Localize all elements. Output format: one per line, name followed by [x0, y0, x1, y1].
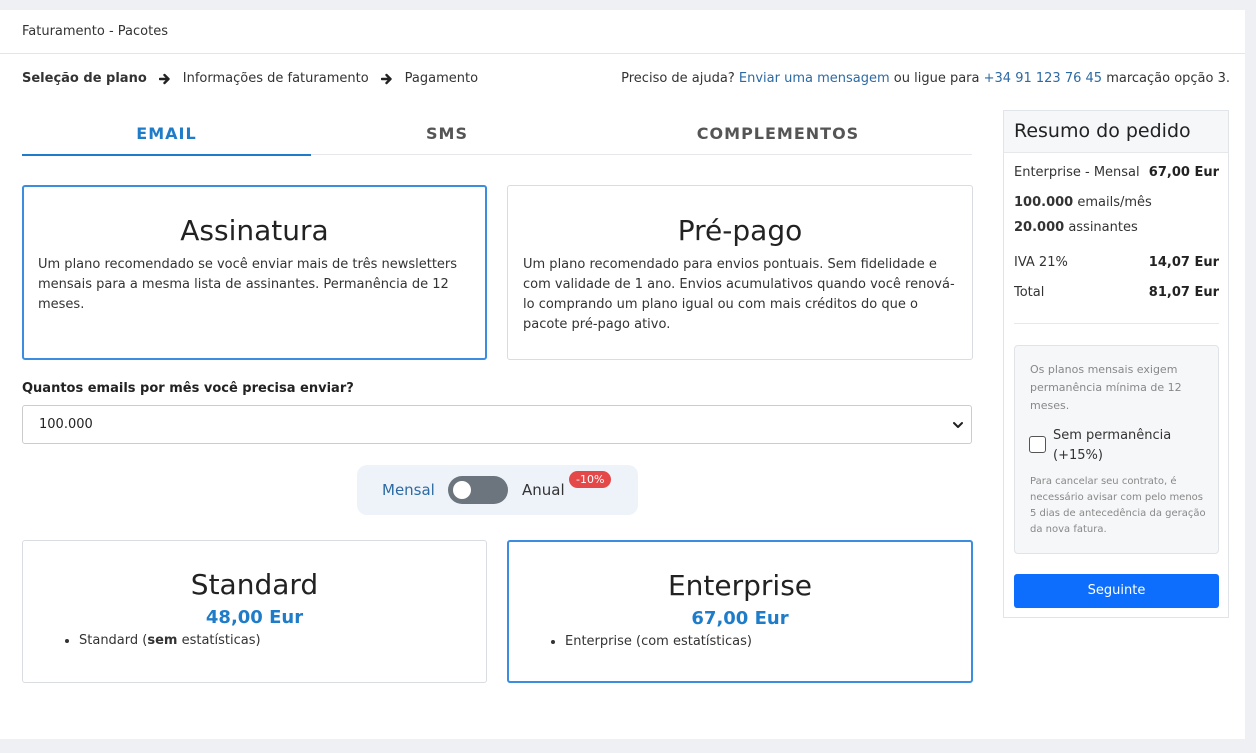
- summary-total-label: Total: [1014, 285, 1045, 300]
- chevron-down-icon: [953, 422, 963, 428]
- summary-emails-row: 100.000 emails/mês: [1014, 195, 1219, 210]
- no-permanence-checkbox[interactable]: [1029, 436, 1046, 453]
- summary-iva-row: IVA 21% 14,07 Eur: [1014, 255, 1219, 270]
- page-header: Faturamento - Pacotes: [0, 10, 1245, 54]
- plan-card-enterprise[interactable]: Enterprise 67,00 Eur Enterprise (com est…: [507, 540, 973, 683]
- send-message-link[interactable]: Enviar uma mensagem: [739, 71, 890, 86]
- volume-label: Quantos emails por mês você precisa envi…: [22, 381, 354, 396]
- volume-select[interactable]: 100.000: [22, 405, 972, 444]
- summary-emails-count: 100.000: [1014, 195, 1074, 210]
- switch-knob: [453, 481, 471, 499]
- no-permanence-label[interactable]: Sem permanência (+15%): [1053, 426, 1203, 466]
- summary-plan-row: Enterprise - Mensal 67,00 Eur: [1014, 165, 1219, 180]
- plan-type-description: Um plano recomendado para envios pontuai…: [523, 257, 955, 332]
- plan-feature: Standard (sem estatísticas): [79, 633, 486, 648]
- plan-type-assinatura[interactable]: Assinatura Um plano recomendado se você …: [22, 185, 487, 360]
- breadcrumb-step-plan: Seleção de plano: [22, 71, 147, 86]
- monthly-label[interactable]: Mensal: [382, 481, 435, 499]
- help-middle: ou ligue para: [893, 71, 980, 86]
- billing-switch[interactable]: [448, 476, 508, 504]
- help-suffix: marcação opção 3.: [1106, 71, 1230, 86]
- plan-name: Enterprise: [667, 569, 813, 602]
- plan-type-pre-pago[interactable]: Pré-pago Um plano recomendado para envio…: [507, 185, 973, 360]
- plan-name: Standard: [190, 568, 319, 601]
- summary-emails-unit: emails/mês: [1077, 195, 1152, 210]
- help-prefix: Preciso de ajuda?: [621, 71, 735, 86]
- volume-select-value: 100.000: [39, 417, 93, 432]
- summary-total-value: 81,07 Eur: [1148, 285, 1219, 300]
- breadcrumb: Seleção de plano Informações de faturame…: [22, 71, 478, 86]
- plan-price: 67,00 Eur: [691, 608, 789, 629]
- phone-link[interactable]: +34 91 123 76 45: [984, 71, 1102, 86]
- arrow-right-icon: [158, 73, 170, 84]
- billing-cycle-toggle: Mensal Anual -10%: [357, 465, 638, 515]
- summary-divider: [1014, 323, 1219, 324]
- plan-type-title: Pré-pago: [677, 214, 803, 247]
- plan-type-description: Um plano recomendado se você enviar mais…: [38, 257, 458, 312]
- breadcrumb-step-payment: Pagamento: [404, 71, 479, 86]
- order-summary-title: Resumo do pedido: [1004, 111, 1228, 153]
- summary-subs-unit: assinantes: [1068, 220, 1138, 235]
- summary-subs-count: 20.000: [1014, 220, 1065, 235]
- summary-plan-value: 67,00 Eur: [1148, 165, 1219, 180]
- next-button[interactable]: Seguinte: [1014, 574, 1219, 608]
- page-title: Faturamento - Pacotes: [22, 24, 168, 39]
- summary-subscribers-row: 20.000 assinantes: [1014, 220, 1219, 235]
- plan-card-standard[interactable]: Standard 48,00 Eur Standard (sem estatís…: [22, 540, 487, 683]
- plan-features: Standard (sem estatísticas): [23, 633, 486, 648]
- arrow-right-icon: [380, 73, 392, 84]
- plan-features: Enterprise (com estatísticas): [509, 634, 971, 649]
- cancel-note: Para cancelar seu contrato, é necessário…: [1030, 476, 1206, 535]
- permanence-notice: Os planos mensais exigem permanência mín…: [1014, 345, 1219, 554]
- product-tabs: EMAIL SMS COMPLEMENTOS: [22, 122, 972, 156]
- order-summary: Resumo do pedido Enterprise - Mensal 67,…: [1003, 110, 1229, 618]
- breadcrumb-step-billing-info: Informações de faturamento: [182, 71, 369, 86]
- tab-sms[interactable]: SMS: [352, 122, 542, 154]
- tab-email[interactable]: EMAIL: [22, 122, 311, 156]
- summary-iva-label: IVA 21%: [1014, 255, 1068, 270]
- help-line: Preciso de ajuda? Enviar uma mensagem ou…: [621, 71, 1230, 86]
- tab-complementos[interactable]: COMPLEMENTOS: [662, 122, 894, 154]
- discount-badge: -10%: [569, 471, 612, 488]
- plan-type-title: Assinatura: [180, 214, 329, 247]
- summary-plan-label: Enterprise - Mensal: [1014, 165, 1140, 180]
- summary-iva-value: 14,07 Eur: [1148, 255, 1219, 270]
- plan-price: 48,00 Eur: [205, 607, 304, 628]
- summary-total-row: Total 81,07 Eur: [1014, 285, 1219, 300]
- permanence-text: Os planos mensais exigem permanência mín…: [1030, 363, 1182, 412]
- billing-panel: Faturamento - Pacotes Seleção de plano I…: [0, 10, 1245, 739]
- annual-label[interactable]: Anual: [522, 481, 565, 499]
- plan-feature: Enterprise (com estatísticas): [565, 634, 971, 649]
